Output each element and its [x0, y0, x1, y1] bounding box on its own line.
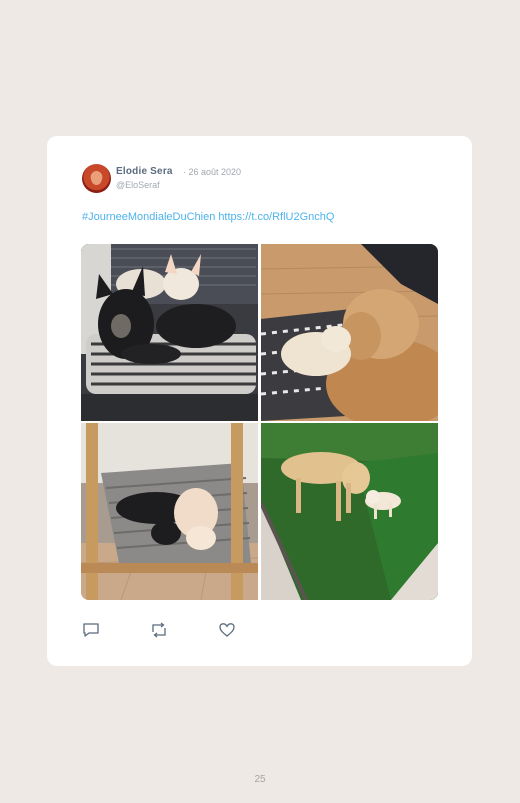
photo-chihuahuas-on-deck-chair[interactable]	[81, 423, 258, 600]
tweet-date: · 26 août 2020	[183, 167, 242, 177]
tweet-card: Elodie Sera · 26 août 2020 @EloSeraf #Jo…	[47, 136, 472, 666]
heart-icon[interactable]	[218, 621, 236, 639]
author-handle[interactable]: @EloSeraf	[116, 180, 160, 190]
photo-grid	[81, 244, 438, 600]
photo-chihuahua-and-labrador-on-rug[interactable]	[261, 244, 438, 421]
avatar[interactable]	[82, 164, 111, 193]
author-name[interactable]: Elodie Sera	[116, 166, 173, 177]
page-number: 25	[254, 774, 266, 785]
photo-two-chihuahuas-on-cushion[interactable]	[81, 244, 258, 421]
retweet-icon[interactable]	[150, 621, 168, 639]
tweet-actions	[82, 621, 282, 639]
reply-icon[interactable]	[82, 621, 100, 639]
tweet-text: #JourneeMondialeDuChien https://t.co/RflU…	[82, 211, 337, 223]
url-link[interactable]: https://t.co/RflU2GnchQ	[218, 211, 334, 223]
hashtag-link[interactable]: #JourneeMondialeDuChien	[82, 211, 215, 223]
photo-labrador-and-chihuahua-on-grass[interactable]	[261, 423, 438, 600]
